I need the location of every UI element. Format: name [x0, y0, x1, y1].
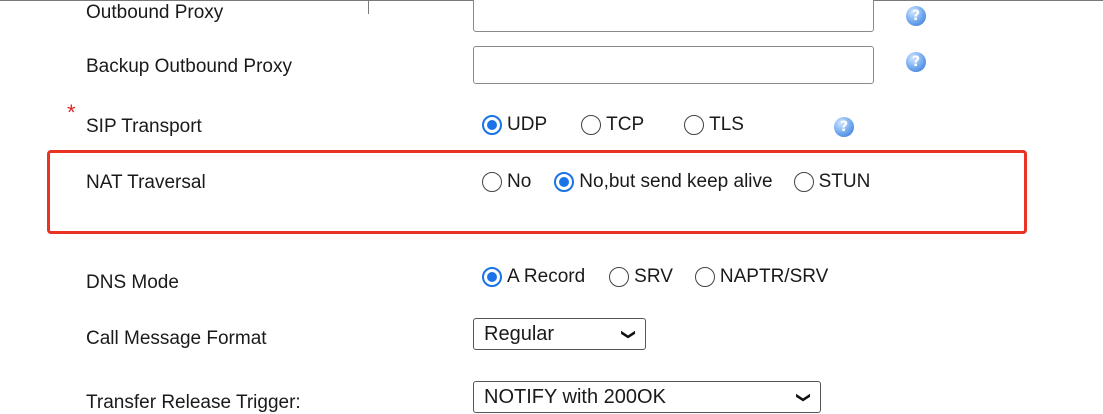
help-icon[interactable]: ? — [834, 117, 854, 137]
radio-tls-label[interactable]: TLS — [709, 114, 744, 136]
radio-no[interactable] — [482, 172, 502, 192]
nat-traversal-label: NAT Traversal — [86, 172, 206, 193]
column-divider — [368, 0, 369, 14]
radio-naptr-srv[interactable] — [694, 267, 715, 287]
chevron-down-icon: ❯ — [796, 391, 813, 403]
radio-srv[interactable] — [609, 267, 630, 287]
radio-tls[interactable] — [684, 115, 705, 135]
outbound-proxy-input[interactable] — [473, 0, 874, 32]
transfer-release-trigger-select[interactable]: NOTIFY with 200OK ❯ — [473, 381, 821, 413]
outbound-proxy-label: Outbound Proxy — [86, 2, 224, 23]
backup-outbound-proxy-input[interactable] — [473, 46, 874, 84]
radio-a-record[interactable] — [482, 267, 502, 287]
radio-stun[interactable] — [793, 172, 814, 192]
sip-transport-radio-group: UDP TCP TLS — [482, 114, 744, 136]
radio-no-label[interactable]: No — [507, 171, 531, 193]
help-icon[interactable]: ? — [906, 52, 926, 72]
chevron-down-icon: ❯ — [621, 328, 638, 340]
radio-naptr-srv-label[interactable]: NAPTR/SRV — [720, 266, 828, 288]
transfer-release-trigger-label: Transfer Release Trigger: — [86, 392, 301, 413]
nat-traversal-radio-group: No No,but send keep alive STUN — [482, 171, 870, 193]
radio-srv-label[interactable]: SRV — [634, 266, 673, 288]
radio-no-keep-alive-label[interactable]: No,but send keep alive — [579, 171, 772, 193]
dns-mode-radio-group: A Record SRV NAPTR/SRV — [482, 266, 828, 288]
call-message-format-select[interactable]: Regular ❯ — [473, 318, 646, 350]
dns-mode-label: DNS Mode — [86, 272, 179, 293]
help-icon[interactable]: ? — [906, 6, 926, 26]
backup-outbound-proxy-label: Backup Outbound Proxy — [86, 56, 292, 77]
radio-tcp[interactable] — [581, 115, 602, 135]
radio-a-record-label[interactable]: A Record — [507, 266, 585, 288]
call-message-format-label: Call Message Format — [86, 328, 267, 349]
transfer-release-trigger-value: NOTIFY with 200OK — [484, 385, 666, 408]
required-marker: * — [67, 100, 76, 125]
call-message-format-value: Regular — [484, 322, 555, 345]
radio-udp-label[interactable]: UDP — [507, 114, 547, 136]
radio-udp[interactable] — [482, 115, 502, 135]
sip-transport-label: SIP Transport — [86, 116, 202, 137]
radio-no-keep-alive[interactable] — [554, 172, 575, 192]
radio-tcp-label[interactable]: TCP — [606, 114, 644, 136]
radio-stun-label[interactable]: STUN — [819, 171, 871, 193]
